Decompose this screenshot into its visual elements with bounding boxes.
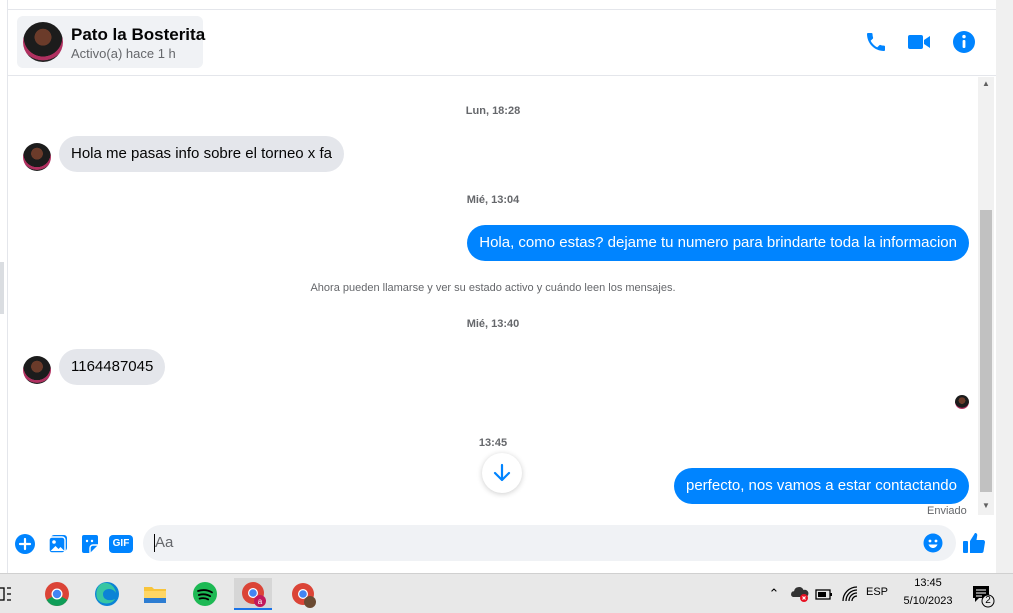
notification-count: 2 [985,595,991,606]
chrome-icon: a [242,582,266,607]
onedrive-error-icon[interactable] [790,584,810,604]
scroll-down-icon[interactable]: ▼ [981,501,991,511]
sticker-icon[interactable] [79,533,101,555]
conversation-header: Pato la Bosterita Activo(a) hace 1 h [8,10,996,76]
arrow-down-icon [493,463,511,482]
contact-name: Pato la Bosterita [71,25,206,44]
language-indicator[interactable]: ESP [864,586,890,598]
timestamp: Mié, 13:04 [466,194,520,206]
info-icon[interactable] [952,30,976,54]
avatar[interactable] [23,22,63,62]
battery-icon[interactable] [814,584,834,604]
messages-scrollbar[interactable]: ▲ ▼ [978,77,994,515]
system-note: Ahora pueden llamarse y ver su estado ac… [310,282,676,294]
chrome-profile2-icon[interactable] [284,578,322,610]
like-icon[interactable] [962,531,986,555]
avatar[interactable] [23,356,51,384]
clock-date[interactable]: 5/10/2023 [896,595,960,607]
video-call-icon[interactable] [907,30,931,54]
show-hidden-icons-icon[interactable]: ⌃ [766,586,782,602]
scroll-to-bottom-button[interactable] [482,453,522,493]
phone-icon[interactable] [864,30,888,54]
spotify-icon[interactable] [186,578,224,610]
outgoing-message[interactable]: perfecto, nos vamos a estar contactando [674,468,969,504]
composer: GIF Aa [8,515,996,573]
clock-time[interactable]: 13:45 [896,577,960,589]
timestamp: Lun, 18:28 [465,105,521,117]
left-edge [0,0,8,573]
avatar[interactable] [23,143,51,171]
sent-status: Enviado [927,505,967,515]
chrome-profile-icon[interactable]: a [234,578,272,610]
svg-text:a: a [258,597,263,606]
emoji-icon[interactable] [923,533,943,553]
messenger-window: Pato la Bosterita Activo(a) hace 1 h Lun… [0,0,1013,573]
task-view-icon[interactable] [0,578,16,610]
incoming-message[interactable]: Hola me pasas info sobre el torneo x fa [59,136,344,172]
chrome-icon[interactable] [38,578,76,610]
scroll-up-icon[interactable]: ▲ [981,79,991,89]
incoming-message[interactable]: 1164487045 [59,349,166,385]
top-bar [8,0,996,10]
windows-taskbar: a ⌃ ESP 13:45 5/10/2023 2 [0,573,1013,613]
seen-avatar [955,395,969,409]
outgoing-message[interactable]: Hola, como estas? dejame tu numero para … [467,225,969,261]
message-input-placeholder: Aa [155,534,174,551]
scrollbar-thumb[interactable] [980,210,992,492]
message-list[interactable]: Lun, 18:28 Hola me pasas info sobre el t… [8,77,978,515]
timestamp: 13:45 [478,437,508,449]
contact-card[interactable]: Pato la Bosterita Activo(a) hace 1 h [17,16,206,68]
file-explorer-icon[interactable] [136,578,174,610]
message-input[interactable]: Aa [143,525,956,561]
add-icon[interactable] [14,533,36,555]
right-edge [996,0,1013,573]
contact-status: Activo(a) hace 1 h [71,46,176,61]
timestamp: Mié, 13:40 [466,318,520,330]
gif-label: GIF [109,535,133,553]
image-icon[interactable] [47,533,69,555]
edge-icon[interactable] [88,578,126,610]
gif-icon[interactable]: GIF [109,533,133,555]
wifi-icon[interactable] [840,584,860,604]
